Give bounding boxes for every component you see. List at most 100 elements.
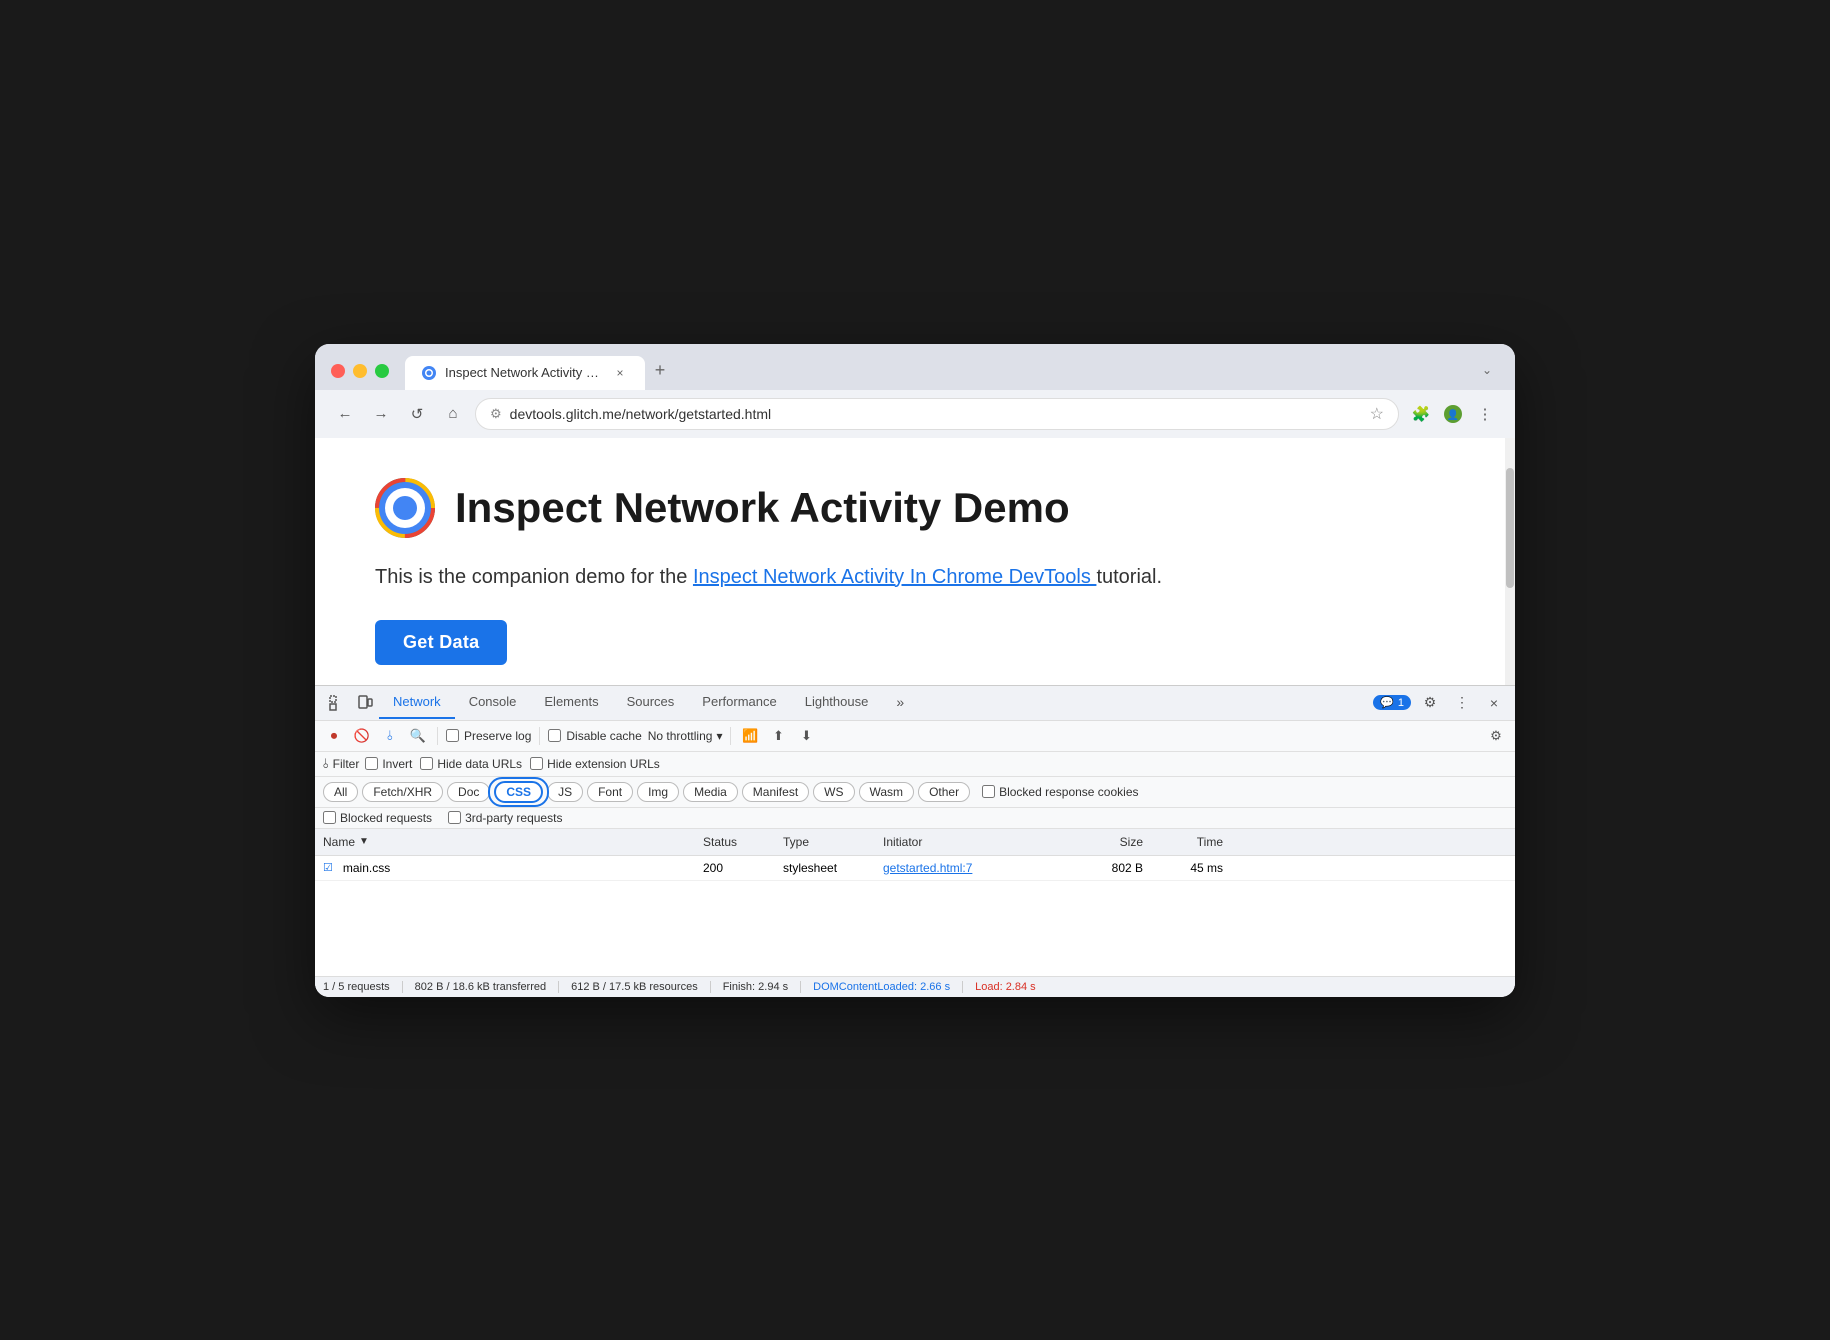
profile-icon: 👤 [1443, 404, 1463, 424]
device-toolbar-icon[interactable] [351, 686, 379, 720]
toolbar-separator-3 [730, 727, 731, 745]
hide-data-urls-checkbox[interactable]: Hide data URLs [420, 757, 522, 771]
scrollbar-thumb[interactable] [1506, 468, 1514, 588]
reload-button[interactable]: ↺ [403, 400, 431, 428]
throttling-select[interactable]: No throttling ▾ [648, 729, 723, 743]
chrome-menu-button[interactable]: ⋮ [1471, 400, 1499, 428]
get-data-button[interactable]: Get Data [375, 620, 507, 665]
tab-lighthouse[interactable]: Lighthouse [791, 686, 883, 719]
toolbar-right: ⚙ [1485, 725, 1507, 747]
invert-label: Invert [382, 757, 412, 771]
back-button[interactable]: ← [331, 400, 359, 428]
network-settings-button[interactable]: ⚙ [1485, 725, 1507, 747]
description-end: tutorial. [1096, 566, 1162, 588]
invert-checkbox[interactable]: Invert [365, 757, 412, 771]
hide-data-urls-input[interactable] [420, 757, 433, 770]
address-bar[interactable]: ⚙ devtools.glitch.me/network/getstarted.… [475, 398, 1399, 430]
third-party-checkbox[interactable]: 3rd-party requests [448, 811, 562, 825]
tab-close-button[interactable]: × [611, 364, 629, 382]
extensions-button[interactable]: 🧩 [1407, 400, 1435, 428]
badge-icon: 💬 [1380, 696, 1394, 709]
row-status-cell: 200 [703, 861, 783, 875]
filter-doc[interactable]: Doc [447, 782, 490, 802]
table-row[interactable]: ☑ main.css 200 stylesheet getstarted.htm… [315, 856, 1515, 881]
filter-other[interactable]: Other [918, 782, 970, 802]
disable-cache-checkbox[interactable]: Disable cache [548, 729, 641, 743]
row-time: 45 ms [1190, 861, 1223, 875]
invert-input[interactable] [365, 757, 378, 770]
filter-manifest[interactable]: Manifest [742, 782, 809, 802]
col-header-size[interactable]: Size [1063, 835, 1143, 849]
record-button[interactable]: ⏺ [323, 725, 345, 747]
col-size-label: Size [1120, 835, 1143, 849]
forward-button[interactable]: → [367, 400, 395, 428]
devtools-settings-button[interactable]: ⚙ [1417, 690, 1443, 716]
hide-extension-urls-checkbox[interactable]: Hide extension URLs [530, 757, 660, 771]
close-button[interactable] [331, 364, 345, 378]
col-header-status[interactable]: Status [703, 835, 783, 849]
col-header-time[interactable]: Time [1143, 835, 1223, 849]
finish-time: Finish: 2.94 s [711, 981, 801, 993]
export-button[interactable]: ⬇ [795, 725, 817, 747]
third-party-input[interactable] [448, 811, 461, 824]
search-button[interactable]: 🔍 [407, 725, 429, 747]
bookmark-icon[interactable]: ☆ [1370, 404, 1384, 424]
blocked-response-input[interactable] [982, 785, 995, 798]
preserve-log-checkbox[interactable]: Preserve log [446, 729, 531, 743]
preserve-log-input[interactable] [446, 729, 459, 742]
devtools-more-button[interactable]: ⋮ [1449, 690, 1475, 716]
filter-fetch-xhr[interactable]: Fetch/XHR [362, 782, 443, 802]
blocked-requests-input[interactable] [323, 811, 336, 824]
blocked-response-checkbox[interactable]: Blocked response cookies [982, 785, 1138, 799]
filter-wasm[interactable]: Wasm [859, 782, 915, 802]
filter-css[interactable]: CSS [494, 781, 543, 803]
tab-sources[interactable]: Sources [613, 686, 689, 719]
page-scrollbar[interactable] [1505, 438, 1515, 685]
filter-font[interactable]: Font [587, 782, 633, 802]
home-button[interactable]: ⌂ [439, 400, 467, 428]
page-title: Inspect Network Activity Demo [455, 484, 1070, 532]
tab-performance[interactable]: Performance [688, 686, 790, 719]
filter-button[interactable]: ⫰ [379, 725, 401, 747]
type-filter-row: All Fetch/XHR Doc CSS JS Font Img Media … [315, 777, 1515, 808]
tab-network[interactable]: Network [379, 686, 455, 719]
col-header-name[interactable]: Name ▼ [323, 835, 703, 849]
filter-all[interactable]: All [323, 782, 358, 802]
col-header-type[interactable]: Type [783, 835, 883, 849]
devtools-tutorial-link[interactable]: Inspect Network Activity In Chrome DevTo… [693, 566, 1096, 588]
filter-js[interactable]: JS [547, 782, 583, 802]
disable-cache-input[interactable] [548, 729, 561, 742]
profile-button[interactable]: 👤 [1439, 400, 1467, 428]
page-content: Inspect Network Activity Demo This is th… [315, 438, 1515, 685]
import-button[interactable]: ⬆ [767, 725, 789, 747]
css-highlight-wrapper: CSS [494, 781, 543, 803]
clear-button[interactable]: 🚫 [351, 725, 373, 747]
load-time: Load: 2.84 s [963, 981, 1048, 993]
active-tab[interactable]: Inspect Network Activity Dem × [405, 356, 645, 390]
devtools-close-button[interactable]: × [1481, 690, 1507, 716]
element-picker-icon[interactable] [323, 686, 351, 720]
filter-text: Filter [333, 757, 360, 771]
new-tab-button[interactable]: + [645, 356, 675, 386]
resources-size: 612 B / 17.5 kB resources [559, 981, 711, 993]
blocked-requests-checkbox[interactable]: Blocked requests [323, 811, 432, 825]
table-body: ☑ main.css 200 stylesheet getstarted.htm… [315, 856, 1515, 976]
row-status: 200 [703, 861, 723, 875]
filter-img[interactable]: Img [637, 782, 679, 802]
preserve-log-label: Preserve log [464, 729, 531, 743]
minimize-button[interactable] [353, 364, 367, 378]
filter-media[interactable]: Media [683, 782, 738, 802]
col-header-initiator[interactable]: Initiator [883, 835, 1063, 849]
tab-console[interactable]: Console [455, 686, 531, 719]
hide-extension-urls-input[interactable] [530, 757, 543, 770]
tab-elements[interactable]: Elements [530, 686, 612, 719]
filter-ws[interactable]: WS [813, 782, 854, 802]
row-initiator-link[interactable]: getstarted.html:7 [883, 861, 972, 875]
row-filename: main.css [343, 861, 390, 875]
maximize-button[interactable] [375, 364, 389, 378]
wifi-button[interactable]: 📶 [739, 725, 761, 747]
tab-chevron-icon[interactable]: ⌄ [1475, 358, 1499, 382]
tab-more[interactable]: » [882, 686, 918, 720]
url-display: devtools.glitch.me/network/getstarted.ht… [510, 406, 1362, 422]
row-type-cell: stylesheet [783, 861, 883, 875]
